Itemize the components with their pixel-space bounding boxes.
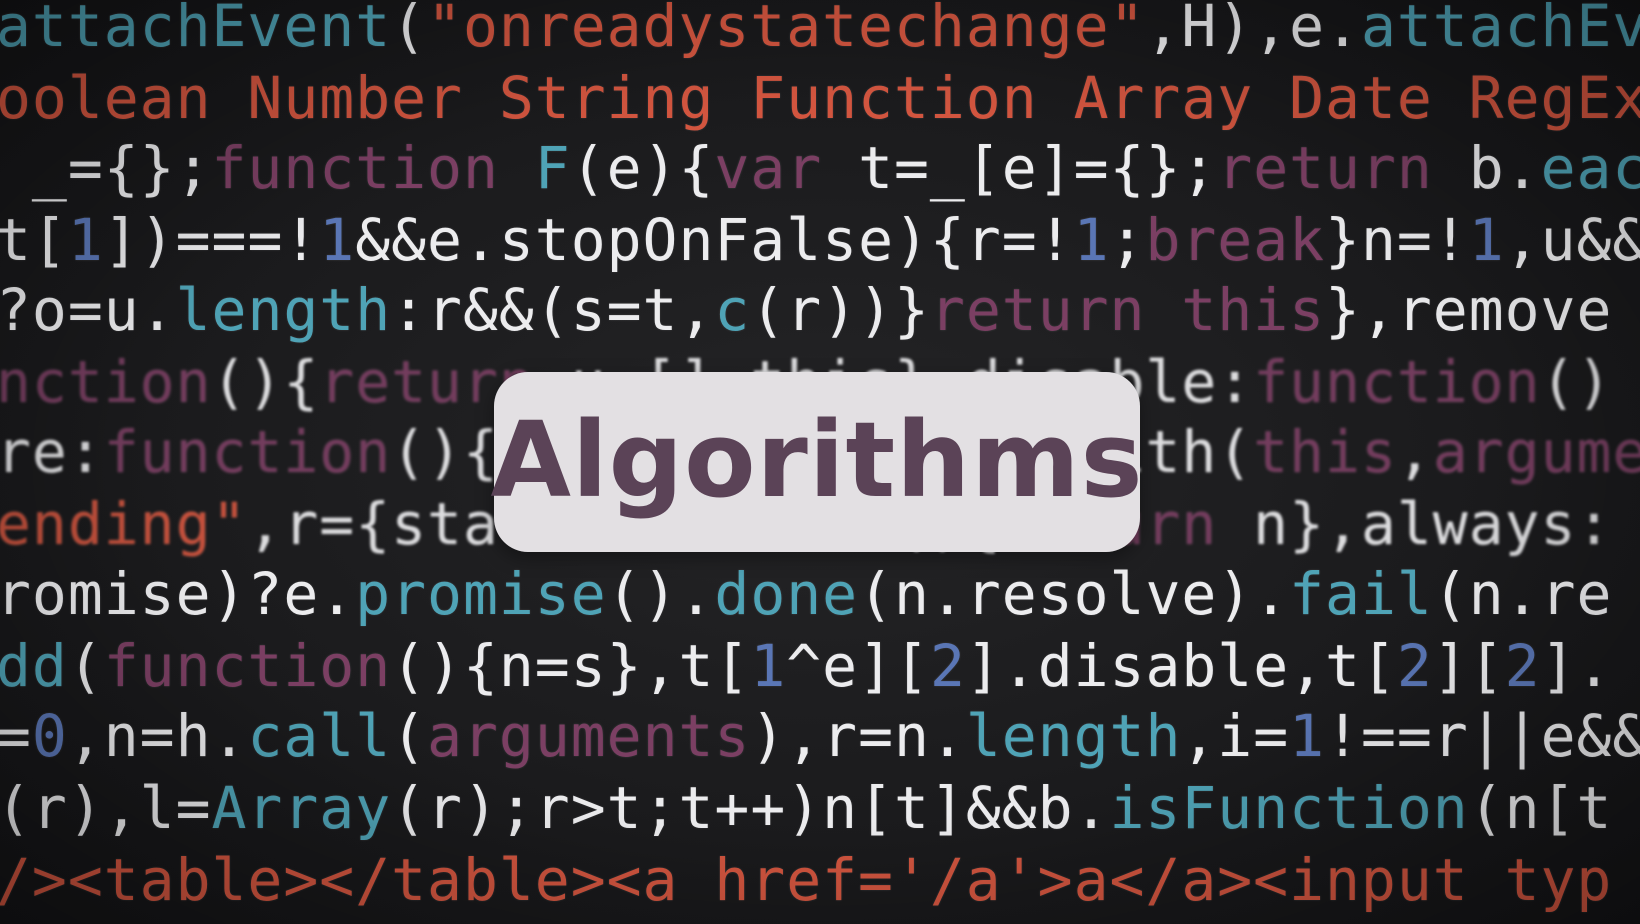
code-token: ]. (1540, 632, 1613, 700)
code-token: (r);r>t;t++)n[t]&&b. (391, 774, 1110, 842)
code-token: = (0, 702, 32, 770)
code-token: return (1217, 134, 1433, 202)
code-line: oolean Number String Function Array Date… (0, 62, 1640, 134)
code-line: ?o=u.length:r&&(s=t,c(r))}return this},r… (0, 274, 1612, 346)
code-token: (){ (211, 348, 320, 416)
code-token: isFunction (1109, 774, 1469, 842)
code-token: 1 (67, 206, 104, 274)
code-token: &&e.stopOnFalse){r=! (355, 206, 1074, 274)
code-token: () (1540, 348, 1613, 416)
code-token: function (1253, 348, 1541, 416)
code-token: (n.resolve). (858, 560, 1290, 628)
code-token: ending" (0, 490, 248, 558)
code-token: ),r=n. (750, 702, 966, 770)
code-token: nction (0, 348, 212, 416)
code-token: argument (1432, 418, 1640, 486)
code-token: function (103, 632, 392, 700)
code-token: , (1396, 418, 1433, 486)
code-token: ,H),e. (1145, 0, 1361, 60)
code-token: done (714, 560, 859, 628)
code-token: (). (606, 560, 715, 628)
code-token: ,u&& (1504, 206, 1640, 274)
code-token: fail (1289, 560, 1433, 628)
code-line: t[1])===!1&&e.stopOnFalse){r=!1;break}n=… (0, 204, 1640, 276)
code-token: attachEv (1360, 0, 1640, 60)
code-token: 2 (1396, 632, 1433, 700)
code-token: length (175, 276, 392, 344)
code-token: return this (929, 276, 1326, 344)
code-token: dd (0, 632, 68, 700)
code-token: eac (1540, 134, 1640, 202)
code-token: 2 (929, 632, 966, 700)
code-token: function (211, 134, 499, 202)
code-token: ; (1109, 206, 1146, 274)
code-line: =0,n=h.call(arguments),r=n.length,i=1!==… (0, 700, 1640, 772)
code-token: (){ (391, 418, 499, 486)
code-token: },remove (1325, 276, 1613, 344)
code-line: /><table></table><a href='/a'>a</a><inpu… (0, 844, 1612, 916)
code-token: ][ (1432, 632, 1505, 700)
code-token: b. (1432, 134, 1541, 202)
code-line: _={};function F(e){var t=_[e]={};return … (0, 132, 1640, 204)
code-token: 1 (1073, 206, 1110, 274)
code-line: dd(function(){n=s},t[1^e][2].disable,t[2… (0, 630, 1612, 702)
code-token: Array (211, 774, 392, 842)
code-token: oolean Number String Function Array Date… (0, 64, 1640, 132)
code-token: ])===! (103, 206, 320, 274)
title-card: Algorithms (491, 372, 1143, 552)
code-token: ( (391, 0, 428, 60)
code-token: this (1253, 418, 1397, 486)
code-token: "onreadystatechange" (427, 0, 1146, 60)
code-token: (r),l= (0, 774, 212, 842)
code-token: /><table></table><a href='/a'>a</a><inpu… (0, 846, 1613, 914)
code-token: ].disable,t[ (965, 632, 1397, 700)
code-line: attachEvent("onreadystatechange",H),e.at… (0, 0, 1640, 62)
code-token: (e){ (570, 134, 715, 202)
code-token: 1 (750, 632, 787, 700)
code-token: n},always: (1217, 490, 1613, 558)
code-token: 1 (1289, 702, 1326, 770)
code-line: romise)?e.promise().done(n.resolve).fail… (0, 558, 1612, 630)
code-token: 1 (1468, 206, 1505, 274)
code-token: ^e][ (786, 632, 930, 700)
code-token: ?o=u. (0, 276, 176, 344)
code-token: (r))} (750, 276, 930, 344)
code-token: !==r||e&& (1325, 702, 1640, 770)
code-token: (n[t (1468, 774, 1613, 842)
code-token: function (103, 418, 392, 486)
code-token: re: (0, 418, 104, 486)
code-token: }n=! (1325, 206, 1469, 274)
code-token: 0 (31, 702, 68, 770)
code-token: attachEvent (0, 0, 392, 60)
code-token: (){n=s},t[ (391, 632, 751, 700)
code-token: var (714, 134, 823, 202)
code-token: arguments (427, 702, 751, 770)
code-token: (n.re (1432, 560, 1613, 628)
code-token: ,i= (1181, 702, 1290, 770)
code-token: c (714, 276, 751, 344)
code-token: ,n=h. (67, 702, 248, 770)
code-token: break (1145, 206, 1326, 274)
code-token: length (965, 702, 1182, 770)
code-token: call (247, 702, 392, 770)
code-token: _={}; (0, 134, 212, 202)
code-token: 2 (1504, 632, 1541, 700)
code-token: 1 (319, 206, 356, 274)
code-token: promise (355, 560, 607, 628)
code-token: romise)?e. (0, 560, 356, 628)
code-token: ( (391, 702, 428, 770)
code-token: F (534, 134, 571, 202)
code-token: :r&&(s=t, (391, 276, 715, 344)
code-token: t=_[e]={}; (822, 134, 1218, 202)
code-token: ( (67, 632, 104, 700)
code-token: t[ (0, 206, 68, 274)
code-line: (r),l=Array(r);r>t;t++)n[t]&&b.isFunctio… (0, 772, 1612, 844)
title-text: Algorithms (490, 399, 1144, 521)
